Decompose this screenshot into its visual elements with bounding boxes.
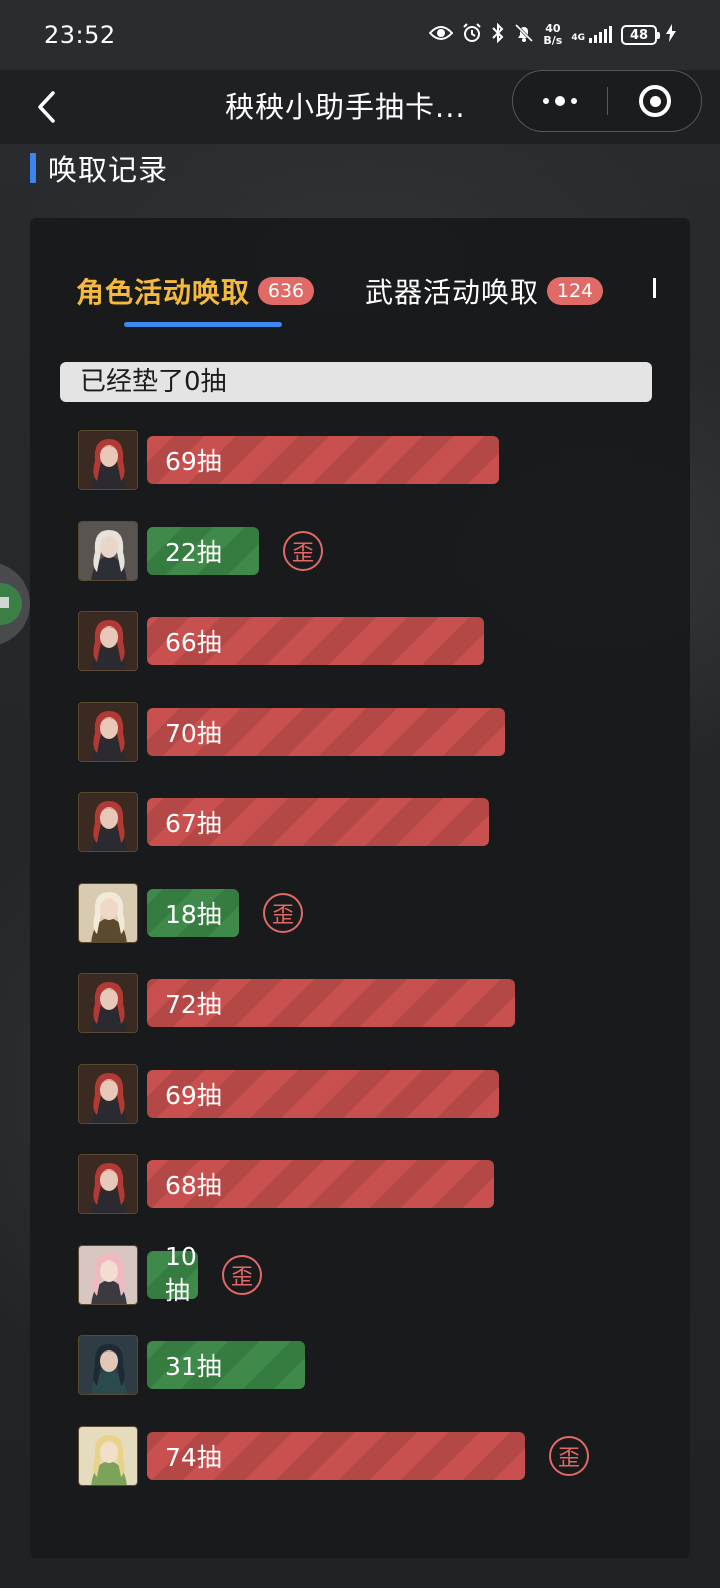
tab-label: 武器活动唤取	[365, 276, 540, 309]
eye-icon	[429, 25, 454, 45]
character-avatar[interactable]	[78, 701, 138, 762]
capsule-divider	[607, 87, 608, 115]
pull-record-row: 72抽	[30, 969, 690, 1060]
pull-count-label: 10抽	[165, 1242, 197, 1305]
pull-count-bar: 66抽	[147, 617, 484, 665]
gacha-record-card: 角色活动唤取 636 武器活动唤取 124 已经垫了0抽 69抽 22抽歪 66…	[30, 218, 690, 1558]
off-banner-badge: 歪	[222, 1254, 262, 1295]
character-avatar[interactable]	[78, 792, 138, 852]
pull-count-bar: 70抽	[147, 707, 505, 756]
status-time: 23:52	[44, 21, 116, 49]
pull-count-label: 72抽	[165, 990, 222, 1019]
pull-record-row: 67抽	[30, 788, 690, 879]
active-tab-indicator	[124, 322, 282, 327]
pull-count-label: 70抽	[165, 718, 222, 748]
pull-count-bar: 74抽	[147, 1431, 525, 1480]
bluetooth-icon	[491, 22, 505, 47]
pull-record-row: 18抽 歪	[30, 879, 690, 970]
tab-count-badge: 124	[547, 277, 604, 305]
status-icons: 40 B/s 4G 48	[429, 23, 676, 47]
pull-count-bar: 22抽	[147, 526, 259, 575]
alarm-icon	[462, 23, 482, 47]
character-avatar[interactable]	[78, 973, 138, 1033]
nav-bar: 秧秧小助手抽卡...	[0, 70, 720, 144]
pull-record-row: 66抽	[30, 607, 690, 698]
battery-indicator: 48	[621, 25, 660, 45]
pull-count-label: 69抽	[165, 447, 222, 476]
off-banner-badge: 歪	[549, 1435, 589, 1476]
character-avatar[interactable]	[78, 882, 138, 943]
pull-record-row: 69抽	[30, 426, 690, 517]
pull-record-row: 68抽	[30, 1150, 690, 1241]
tab-character-event[interactable]: 角色活动唤取 636	[76, 270, 315, 312]
pull-count-label: 74抽	[165, 1442, 222, 1472]
off-banner-badge: 歪	[263, 892, 303, 933]
pull-count-label: 66抽	[165, 628, 222, 657]
pull-count-bar: 69抽	[147, 1069, 499, 1118]
pull-record-row: 31抽	[30, 1331, 690, 1422]
section-title: 唤取记录	[48, 153, 169, 187]
pull-count-label: 69抽	[165, 1080, 222, 1110]
chat-bubble-icon	[0, 583, 22, 625]
signal-icon: 4G	[571, 26, 612, 43]
pull-record-row: 69抽	[30, 1060, 690, 1151]
pull-record-row: 74抽 歪	[30, 1422, 690, 1513]
tab-weapon-event[interactable]: 武器活动唤取 124	[365, 270, 604, 312]
target-icon	[639, 85, 671, 117]
pull-record-list: 69抽 22抽歪 66抽 70抽 67抽 18抽歪 72抽 69抽 68抽 10…	[30, 426, 690, 1512]
tab-count-badge: 636	[258, 277, 315, 305]
tab-overflow-hint[interactable]	[652, 276, 658, 307]
back-button[interactable]	[24, 82, 68, 132]
charging-icon	[666, 24, 676, 46]
section-header: 唤取记录	[30, 150, 169, 187]
pull-count-bar: 31抽	[147, 1341, 305, 1389]
pull-record-row: 22抽 歪	[30, 517, 690, 608]
pull-count-label: 18抽	[165, 899, 222, 929]
page-title: 秧秧小助手抽卡...	[225, 90, 466, 124]
character-avatar[interactable]	[78, 520, 138, 581]
character-avatar[interactable]	[78, 611, 138, 671]
character-avatar[interactable]	[78, 1425, 138, 1486]
pull-count-bar: 69抽	[147, 436, 499, 484]
character-avatar[interactable]	[78, 430, 138, 490]
pull-count-bar: 10抽	[147, 1242, 198, 1305]
pull-count-bar: 72抽	[147, 979, 515, 1027]
pull-count-label: 22抽	[165, 537, 222, 567]
mini-program-capsule	[512, 70, 702, 132]
close-mini-program-button[interactable]	[609, 71, 701, 131]
pull-count-label: 31抽	[165, 1352, 222, 1381]
network-speed: 40 B/s	[543, 23, 562, 47]
character-avatar[interactable]	[78, 1063, 138, 1124]
chevron-left-icon	[38, 91, 55, 123]
network-speed-unit: B/s	[543, 34, 563, 47]
mute-bell-icon	[514, 23, 534, 47]
banner-tabs: 角色活动唤取 636 武器活动唤取 124	[30, 218, 690, 338]
character-avatar[interactable]	[78, 1335, 138, 1395]
pull-count-bar: 67抽	[147, 798, 489, 846]
more-button[interactable]	[513, 71, 607, 131]
pull-record-row: 10抽歪	[30, 1241, 690, 1332]
off-banner-badge: 歪	[283, 530, 323, 571]
tab-label: 角色活动唤取	[76, 276, 251, 309]
pull-count-label: 67抽	[165, 809, 222, 838]
pity-counter: 已经垫了0抽	[60, 362, 652, 402]
character-avatar[interactable]	[78, 1244, 138, 1305]
section-accent-bar	[30, 153, 36, 183]
pull-record-row: 70抽	[30, 698, 690, 789]
status-bar: 23:52 40 B/s 4G 48	[0, 0, 720, 70]
network-type: 4G	[571, 33, 585, 43]
pull-count-bar: 18抽	[147, 888, 239, 937]
character-avatar[interactable]	[78, 1154, 138, 1214]
pull-count-label: 68抽	[165, 1171, 222, 1200]
pull-count-bar: 68抽	[147, 1160, 494, 1208]
